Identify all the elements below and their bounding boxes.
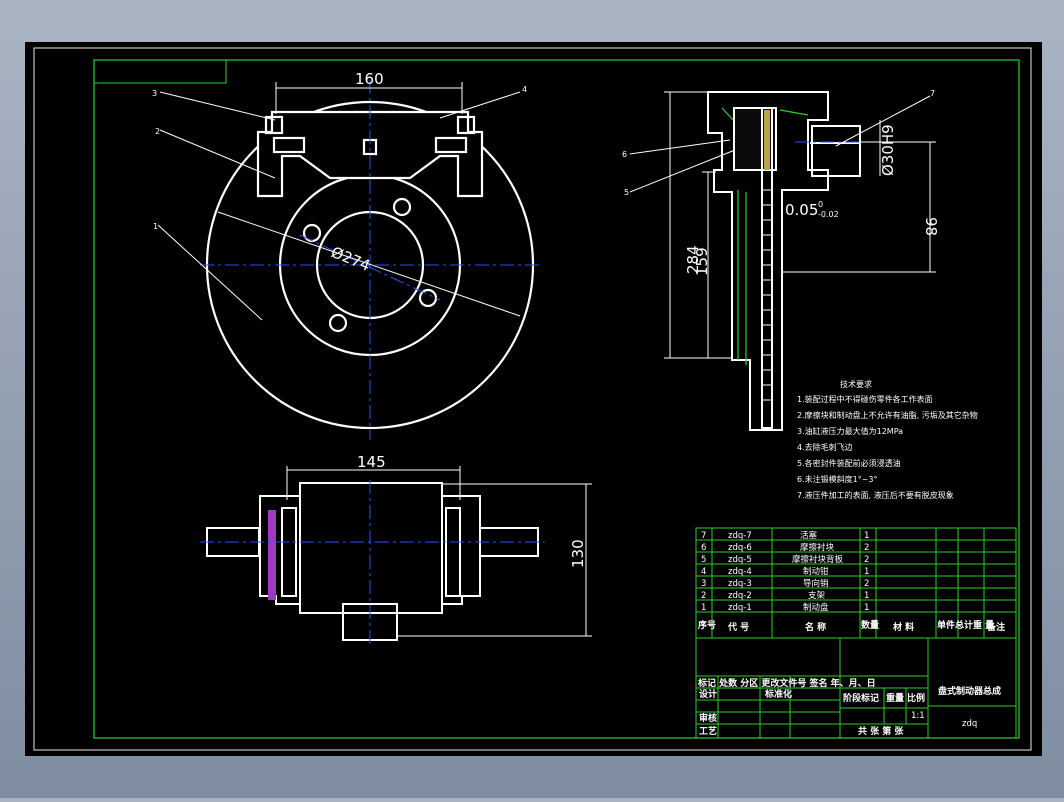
header-remarks: 备注: [986, 621, 1005, 633]
part-no: 3: [701, 579, 706, 589]
tech-item: 2.摩擦块和制动盘上不允许有油脂, 污垢及其它杂物: [797, 410, 978, 420]
callout-6: 6: [622, 150, 627, 159]
plan-caliper: [299, 482, 443, 614]
tb-standardize: 标准化: [764, 688, 792, 700]
part-qty: 1: [864, 567, 869, 577]
header-name: 名 称: [805, 621, 826, 633]
tech-item: 5.各密封件装配前必须浸透油: [797, 458, 901, 468]
friction-lining: [764, 110, 770, 170]
dim-tolerance-base: 0.05: [785, 201, 818, 219]
part-name: 导向销: [803, 578, 829, 589]
drawing-sheet: 160 Ø274 3 2 1 4 284 159 98 0.05 0 -0.02…: [25, 42, 1042, 756]
tb-review: 审核: [699, 712, 717, 724]
tb-drawing-code: zdq: [962, 719, 977, 729]
callout-5: 5: [624, 188, 629, 197]
part-code: zdq-4: [728, 567, 752, 577]
tb-weight: 重量: [886, 692, 904, 704]
part-name: 摩擦衬块: [800, 542, 835, 553]
tech-item: 3.油缸液压力最大值为12MPa: [797, 426, 903, 436]
part-no: 4: [701, 567, 706, 577]
header-material: 材 料: [892, 621, 914, 633]
callout-2: 2: [155, 127, 160, 136]
part-code: zdq-7: [728, 531, 752, 541]
dim-160: 160: [355, 70, 384, 88]
part-qty: 1: [864, 531, 869, 541]
dim-145: 145: [357, 453, 386, 471]
tb-scale: 比例: [907, 692, 925, 704]
part-code: zdq-3: [728, 579, 752, 589]
part-no: 7: [701, 531, 706, 541]
tb-stage-mark: 阶段标记: [843, 692, 879, 704]
part-no: 5: [701, 555, 706, 565]
tech-item: 7.液压件加工的表面, 液压后不要有脱皮现象: [797, 490, 954, 500]
tb-drawing-title: 盘式制动器总成: [938, 685, 1001, 697]
dim-bore: Ø30H9: [879, 124, 897, 176]
dim-159: 159: [693, 247, 711, 276]
part-name: 制动盘: [803, 602, 829, 613]
header-no: 序号: [698, 619, 716, 631]
part-name: 支架: [808, 590, 826, 601]
part-code: zdq-2: [728, 591, 752, 601]
part-name: 活塞: [800, 530, 818, 541]
cad-viewport: 160 Ø274 3 2 1 4 284 159 98 0.05 0 -0.02…: [0, 0, 1064, 798]
part-code: zdq-5: [728, 555, 752, 565]
part-qty: 2: [864, 555, 869, 565]
callout-4: 4: [522, 85, 527, 94]
tb-process: 工艺: [699, 725, 717, 737]
dim-tolerance-lower: -0.02: [818, 210, 839, 219]
tech-item: 1.装配过程中不得碰伤零件各工作表面: [797, 394, 933, 404]
part-qty: 2: [864, 543, 869, 553]
dim-130: 130: [569, 539, 587, 568]
part-qty: 2: [864, 579, 869, 589]
part-code: zdq-1: [728, 603, 752, 613]
callout-1: 1: [153, 222, 158, 231]
part-no: 2: [701, 591, 706, 601]
tb-scale-value: 1:1: [911, 711, 925, 721]
dim-tolerance-upper: 0: [818, 200, 823, 209]
part-qty: 1: [864, 591, 869, 601]
tech-item: 6.未注锻模斜度1°~3°: [797, 474, 878, 484]
header-code: 代 号: [727, 621, 749, 633]
part-name: 制动钳: [803, 566, 829, 577]
header-qty: 数量: [861, 619, 879, 631]
tb-design: 设计: [699, 688, 717, 700]
part-no: 6: [701, 543, 706, 553]
dim-98: 98: [922, 217, 940, 236]
callout-3: 3: [152, 89, 157, 98]
callout-7: 7: [930, 89, 935, 98]
tech-item: 4.去除毛刺飞边: [797, 442, 853, 452]
part-no: 1: [701, 603, 706, 613]
tb-rev-row: 标记 处数 分区 更改文件号 签名 年、月、日: [697, 677, 876, 689]
tech-title: 技术要求: [840, 379, 872, 389]
tb-sheets: 共 张 第 张: [858, 725, 904, 737]
header-weight: 单件总计重 量: [937, 619, 994, 631]
part-code: zdq-6: [728, 543, 752, 553]
plan-lining: [268, 510, 276, 600]
part-qty: 1: [864, 603, 869, 613]
part-name: 摩擦衬块背板: [792, 554, 844, 565]
